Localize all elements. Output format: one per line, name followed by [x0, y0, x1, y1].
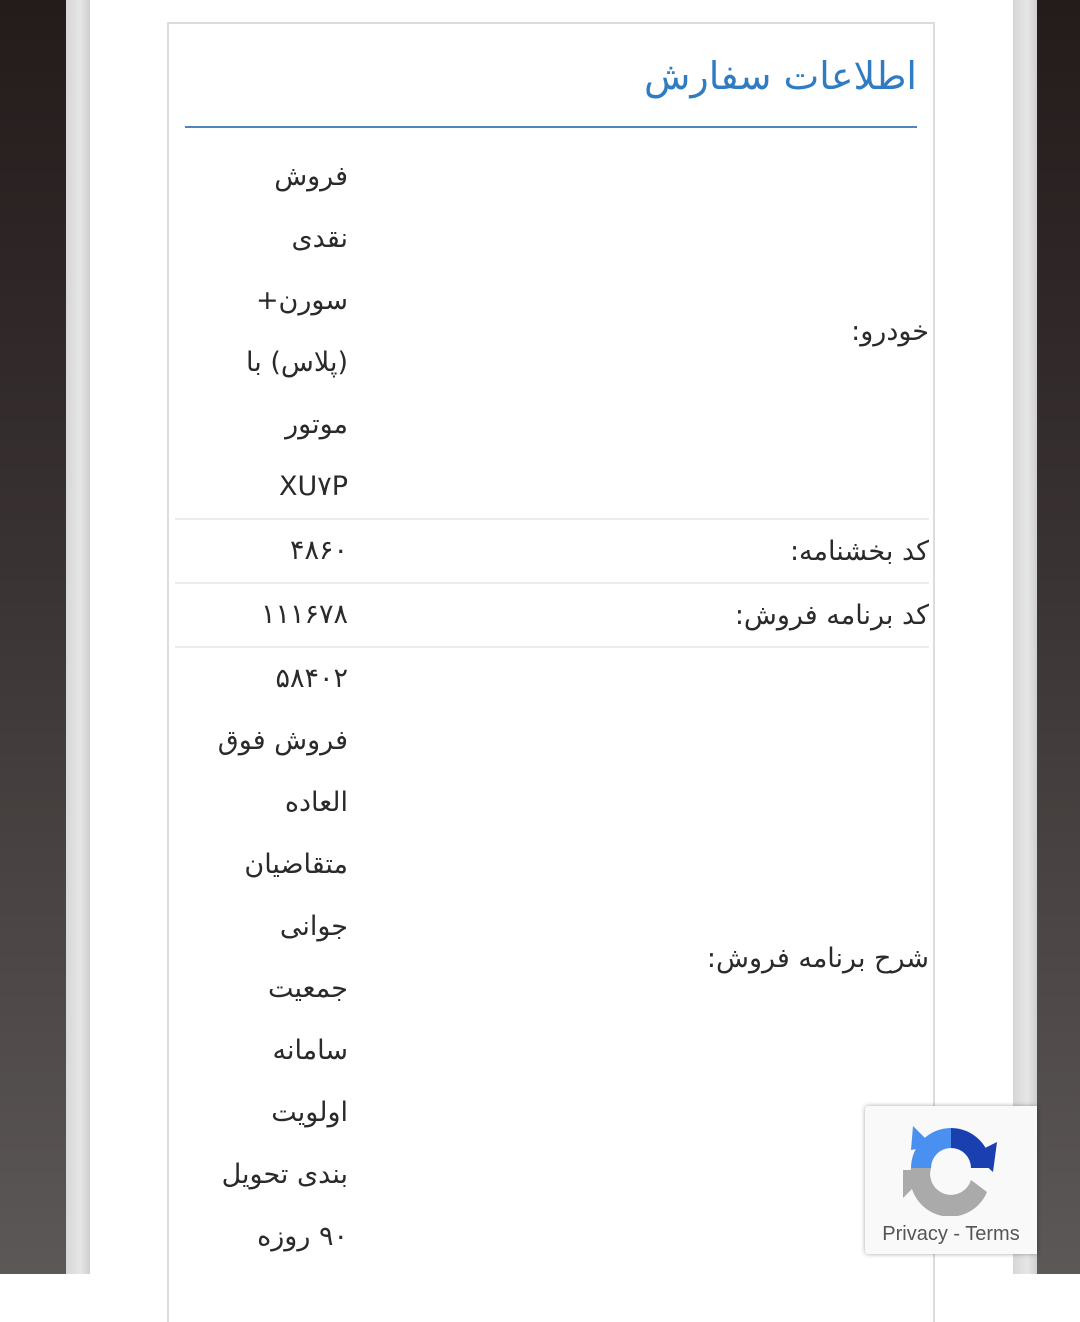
value-line: نقدی — [291, 223, 348, 254]
left-background — [0, 0, 66, 1274]
row-value: ۵۸۴۰۲ فروش فوق العاده متقاضیان جوانی جمع… — [175, 647, 604, 1268]
recaptcha-logo-icon — [903, 1126, 997, 1216]
recaptcha-links: Privacy - Terms — [865, 1223, 1037, 1246]
value-line: سورن+ — [255, 285, 348, 316]
value-line: ۱۱۱۶۷۸ — [260, 599, 348, 630]
table-row: کد برنامه فروش: ۱۱۱۶۷۸ — [175, 583, 929, 647]
row-value: فروش نقدی سورن+ (پلاس) با موتور XU۷P — [175, 144, 604, 519]
privacy-link[interactable]: Privacy — [882, 1223, 948, 1245]
value-line: متقاضیان — [244, 849, 348, 880]
terms-link[interactable]: Terms — [965, 1223, 1019, 1245]
value-line: موتور — [285, 409, 348, 440]
row-label: کد بخشنامه: — [789, 535, 929, 567]
page: اطلاعات سفارش خودرو: فروش نقدی سورن+ (پل… — [90, 0, 1013, 1322]
table-row: شرح برنامه فروش: ۵۸۴۰۲ فروش فوق العاده م… — [175, 647, 929, 1268]
row-value: ۱۱۱۶۷۸ — [175, 583, 604, 647]
table-row: کد بخشنامه: ۴۸۶۰ — [175, 519, 929, 583]
right-background — [1037, 0, 1080, 1274]
value-line: سامانه — [272, 1035, 348, 1066]
order-info-table: خودرو: فروش نقدی سورن+ (پلاس) با موتور X… — [175, 144, 929, 1268]
title-divider — [185, 126, 917, 128]
value-line: فروش — [274, 161, 348, 192]
row-label: کد برنامه فروش: — [734, 599, 929, 631]
value-line: فروش فوق — [217, 725, 348, 756]
right-gutter — [1013, 0, 1037, 1274]
value-line: XU۷P — [278, 471, 348, 502]
row-label: خودرو: — [851, 315, 929, 347]
recaptcha-badge[interactable]: Privacy - Terms — [865, 1106, 1037, 1254]
value-line: ۴۸۶۰ — [289, 535, 348, 566]
table-row: خودرو: فروش نقدی سورن+ (پلاس) با موتور X… — [175, 144, 929, 519]
value-line: العاده — [284, 787, 348, 818]
links-separator: - — [947, 1223, 966, 1245]
value-line: جوانی — [279, 911, 348, 942]
value-line: ۵۸۴۰۲ — [275, 663, 348, 694]
value-line: جمعیت — [268, 973, 348, 1004]
left-gutter — [66, 0, 90, 1274]
value-line: بندی تحویل — [221, 1159, 348, 1190]
value-line: (پلاس) با — [246, 347, 348, 378]
row-value: ۴۸۶۰ — [175, 519, 604, 583]
value-line: اولویت — [271, 1097, 348, 1128]
order-info-card: اطلاعات سفارش خودرو: فروش نقدی سورن+ (پل… — [167, 22, 935, 1322]
card-title: اطلاعات سفارش — [644, 54, 917, 98]
value-line: ۹۰ روزه — [257, 1221, 348, 1252]
